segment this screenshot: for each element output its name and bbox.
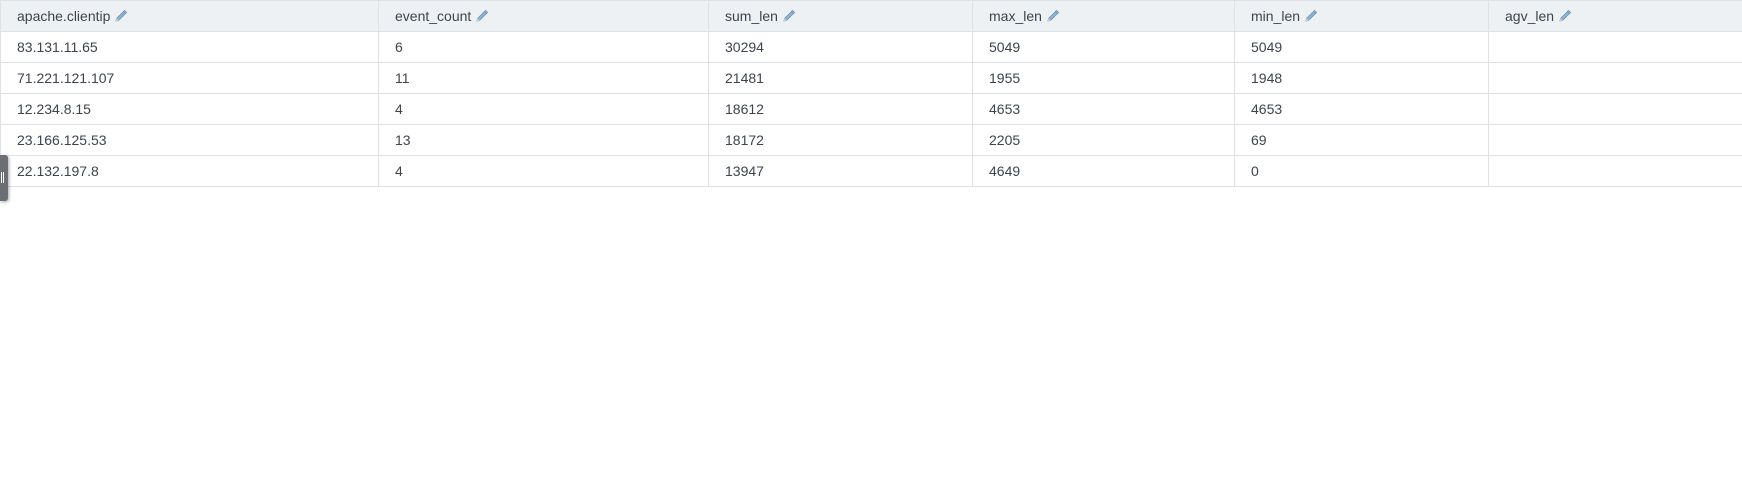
drag-handle-icon[interactable] — [0, 155, 8, 201]
table-row: 12.234.8.15 4 18612 4653 4653 — [0, 93, 1742, 125]
header-row: apache.clientip event_count sum_len max_… — [0, 0, 1742, 32]
cell-agv-len — [1488, 155, 1742, 187]
results-table: apache.clientip event_count sum_len max_… — [0, 0, 1742, 187]
table-row: 23.166.125.53 13 18172 2205 69 — [0, 124, 1742, 156]
pencil-icon[interactable] — [475, 9, 489, 23]
cell-sum-len: 18612 — [708, 93, 973, 125]
cell-event-count: 13 — [378, 124, 709, 156]
column-header-label: sum_len — [725, 8, 778, 24]
cell-agv-len — [1488, 31, 1742, 63]
cell-apache-clientip: 22.132.197.8 — [0, 155, 379, 187]
cell-agv-len — [1488, 93, 1742, 125]
column-header-max-len[interactable]: max_len — [972, 0, 1235, 32]
cell-sum-len: 30294 — [708, 31, 973, 63]
cell-event-count: 6 — [378, 31, 709, 63]
cell-apache-clientip: 12.234.8.15 — [0, 93, 379, 125]
grip-lines — [1, 172, 4, 183]
pencil-icon[interactable] — [782, 9, 796, 23]
column-header-label: min_len — [1251, 8, 1301, 24]
table-header: apache.clientip event_count sum_len max_… — [0, 0, 1742, 32]
table-row: 83.131.11.65 6 30294 5049 5049 — [0, 31, 1742, 63]
pencil-icon[interactable] — [114, 9, 128, 23]
column-header-label: event_count — [395, 8, 472, 24]
column-header-event-count[interactable]: event_count — [378, 0, 709, 32]
column-header-min-len[interactable]: min_len — [1234, 0, 1489, 32]
column-header-sum-len[interactable]: sum_len — [708, 0, 973, 32]
column-header-label: agv_len — [1505, 8, 1555, 24]
cell-agv-len — [1488, 62, 1742, 94]
column-header-agv-len[interactable]: agv_len — [1488, 0, 1742, 32]
cell-min-len: 0 — [1234, 155, 1489, 187]
cell-sum-len: 18172 — [708, 124, 973, 156]
column-header-label: apache.clientip — [17, 8, 111, 24]
cell-agv-len — [1488, 124, 1742, 156]
table-row: 22.132.197.8 4 13947 4649 0 — [0, 155, 1742, 187]
cell-event-count: 4 — [378, 93, 709, 125]
column-header-label: max_len — [989, 8, 1042, 24]
cell-apache-clientip: 23.166.125.53 — [0, 124, 379, 156]
pencil-icon[interactable] — [1046, 9, 1060, 23]
cell-min-len: 4653 — [1234, 93, 1489, 125]
cell-max-len: 4649 — [972, 155, 1235, 187]
cell-max-len: 1955 — [972, 62, 1235, 94]
cell-min-len: 1948 — [1234, 62, 1489, 94]
cell-max-len: 4653 — [972, 93, 1235, 125]
cell-apache-clientip: 71.221.121.107 — [0, 62, 379, 94]
cell-sum-len: 21481 — [708, 62, 973, 94]
cell-min-len: 5049 — [1234, 31, 1489, 63]
pencil-icon[interactable] — [1304, 9, 1318, 23]
cell-sum-len: 13947 — [708, 155, 973, 187]
cell-event-count: 4 — [378, 155, 709, 187]
pencil-icon[interactable] — [1558, 9, 1572, 23]
table-row: 71.221.121.107 11 21481 1955 1948 — [0, 62, 1742, 94]
cell-max-len: 5049 — [972, 31, 1235, 63]
table-body: 83.131.11.65 6 30294 5049 5049 71.221.12… — [0, 31, 1742, 187]
cell-apache-clientip: 83.131.11.65 — [0, 31, 379, 63]
cell-min-len: 69 — [1234, 124, 1489, 156]
cell-max-len: 2205 — [972, 124, 1235, 156]
column-header-apache-clientip[interactable]: apache.clientip — [0, 0, 379, 32]
cell-event-count: 11 — [378, 62, 709, 94]
